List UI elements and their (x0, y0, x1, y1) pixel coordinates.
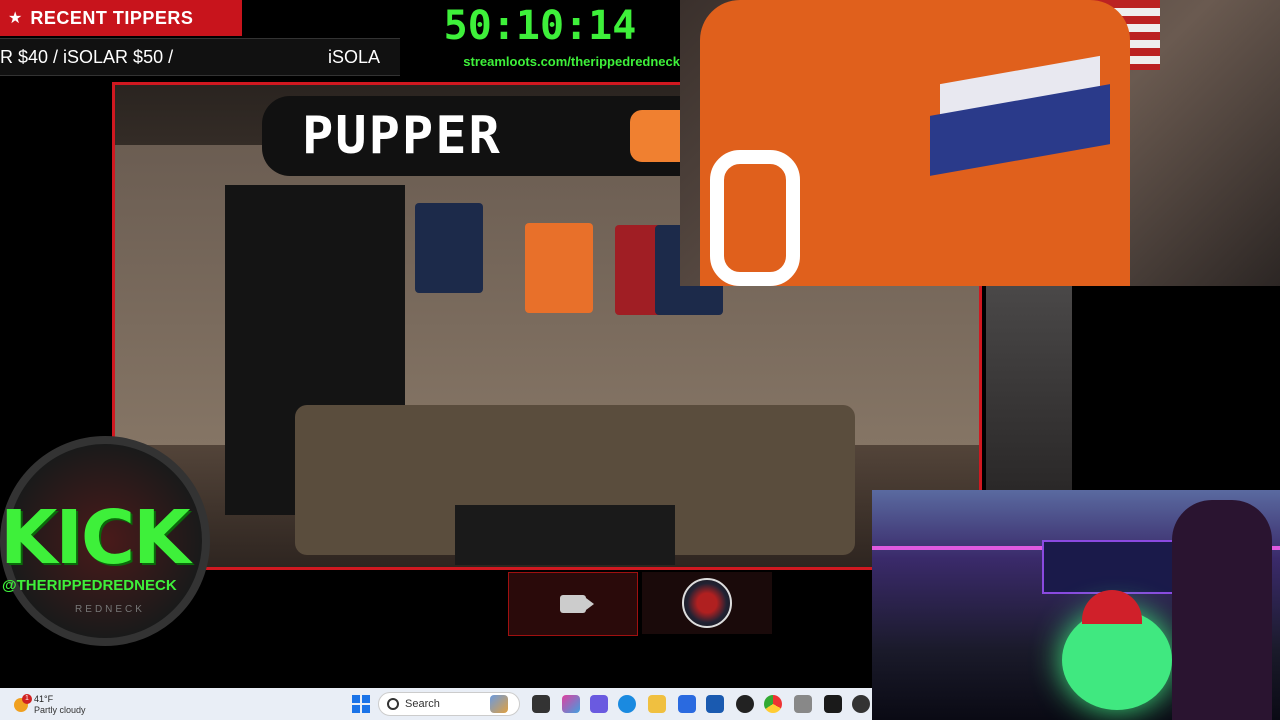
jersey-orange (525, 223, 593, 313)
windows-taskbar: 1 41°F Partly cloudy Search (0, 688, 872, 720)
weather-sun-icon: 1 (14, 694, 32, 712)
recent-tippers-label: RECENT TIPPERS (30, 7, 194, 28)
star-icon: ★ (8, 10, 23, 27)
file-explorer-icon[interactable] (648, 695, 666, 713)
coffee-table (455, 505, 675, 565)
overlay-title: PUPPER (302, 106, 502, 166)
camera-toggle-button[interactable] (508, 572, 638, 636)
bottom-right-camera-feed (872, 490, 1280, 720)
side-camera-feed (986, 286, 1072, 490)
jersey-navy (415, 203, 483, 293)
top-right-camera-feed (680, 0, 1280, 286)
task-view-icon[interactable] (532, 695, 550, 713)
channel-logo-icon (682, 578, 732, 628)
notification-badge: 1 (22, 694, 32, 704)
outlook-icon[interactable] (706, 695, 724, 713)
kick-handle: @THERIPPEDREDNECK (2, 577, 177, 594)
copilot-icon[interactable] (562, 695, 580, 713)
widget-image-icon[interactable] (490, 695, 508, 713)
video-camera-icon (560, 595, 594, 613)
orange-accent (630, 110, 682, 162)
gaming-chair (1172, 500, 1272, 720)
obs-icon[interactable] (736, 695, 754, 713)
recent-tippers-header: ★ RECENT TIPPERS (0, 0, 242, 36)
channel-logo-button[interactable] (642, 572, 772, 634)
subathon-timer: 50:10:14 (443, 3, 637, 49)
store-icon[interactable] (678, 695, 696, 713)
weather-temperature: 41°F (34, 694, 54, 704)
overlay-title-bar: PUPPER (262, 96, 682, 176)
logo-subtext: REDNECK (75, 604, 145, 615)
weather-widget[interactable]: 1 41°F Partly cloudy (14, 692, 104, 718)
settings-gear-icon[interactable] (794, 695, 812, 713)
teams-icon[interactable] (590, 695, 608, 713)
streamloots-url: streamloots.com/therippedredneck (463, 54, 680, 69)
chrome-icon[interactable] (764, 695, 782, 713)
kick-logo-text: KICK (0, 495, 191, 581)
search-placeholder: Search (405, 698, 440, 710)
inflatable-decoration (1062, 610, 1172, 710)
app-circle-icon[interactable] (852, 695, 870, 713)
audio-wave-icon[interactable] (824, 695, 842, 713)
start-button[interactable] (352, 695, 370, 713)
weather-condition: Partly cloudy (34, 705, 86, 715)
ticker-text-left: R $40 / iSOLAR $50 / (0, 46, 174, 67)
search-icon (387, 698, 399, 710)
ticker-text-right: iSOLA (328, 46, 381, 67)
santa-hat (1082, 590, 1142, 624)
jersey-number (710, 150, 800, 286)
tippers-ticker: R $40 / iSOLAR $50 / iSOLA (0, 38, 400, 76)
edge-icon[interactable] (618, 695, 636, 713)
